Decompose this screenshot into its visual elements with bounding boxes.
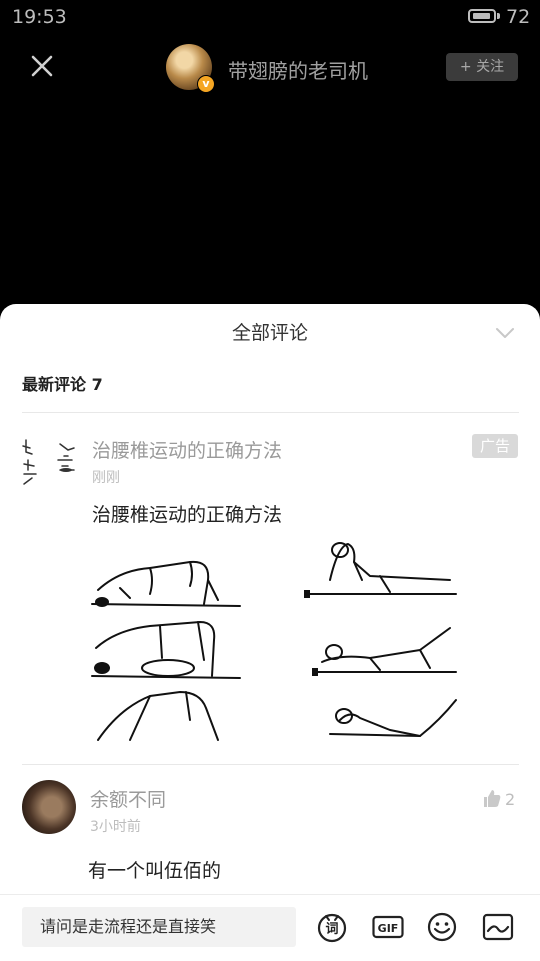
battery-tip (497, 13, 500, 19)
gif-label: GIF (378, 922, 399, 935)
ad-title[interactable]: 治腰椎运动的正确方法 (92, 436, 282, 463)
author-name[interactable]: 带翅膀的老司机 (228, 55, 368, 84)
thumbs-up-icon[interactable] (482, 788, 502, 808)
comment-time: 3小时前 (90, 819, 141, 835)
follow-button[interactable]: + 关注 (446, 53, 518, 81)
divider (22, 764, 519, 765)
comment-input[interactable]: 请问是走流程还是直接笑 (22, 907, 296, 947)
exercise-illustration[interactable] (90, 540, 458, 744)
comment-text: 有一个叫伍佰的 (88, 860, 222, 882)
like-count: 2 (505, 790, 516, 809)
status-bar: 19:53 72 (0, 0, 540, 36)
image-icon[interactable] (482, 911, 514, 943)
word-label: 词 (325, 922, 338, 937)
ad-badge: 广告 (472, 434, 518, 458)
ad-time: 刚刚 (92, 470, 120, 486)
composer-bar: 请问是走流程还是直接笑 词 GIF (0, 894, 540, 961)
section-heading: 最新评论 7 (22, 375, 103, 394)
battery-level: 72 (506, 6, 531, 28)
battery-icon (468, 9, 496, 23)
ad-body[interactable]: 治腰椎运动的正确方法 (92, 500, 282, 527)
gif-icon[interactable]: GIF (372, 911, 404, 943)
close-icon[interactable] (28, 52, 56, 80)
commenter-avatar[interactable] (22, 780, 76, 834)
verified-badge: v (197, 75, 215, 93)
comments-sheet: 全部评论 最新评论 7 治腰椎运动的正确方法 刚刚 广告 治腰椎运动的正确方法 (0, 304, 540, 960)
word-icon[interactable]: 词 (316, 911, 348, 943)
emoji-icon[interactable] (426, 911, 458, 943)
status-time: 19:53 (12, 6, 67, 28)
sheet-title: 全部评论 (231, 322, 308, 344)
chevron-down-icon[interactable] (494, 322, 516, 344)
divider (22, 412, 519, 413)
ad-thumbnail[interactable] (20, 434, 80, 492)
comment-username[interactable]: 余额不同 (90, 785, 166, 812)
